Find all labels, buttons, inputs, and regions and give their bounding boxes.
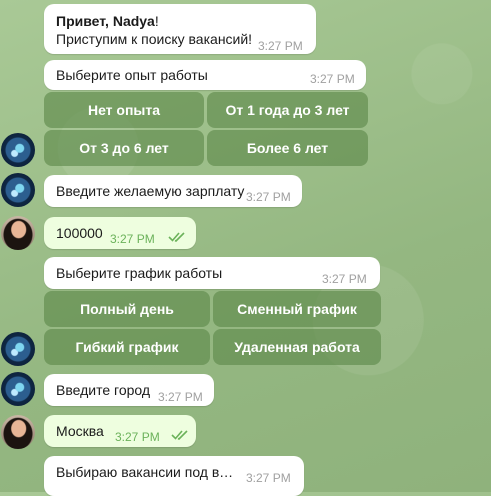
greeting-exclamation: ! <box>154 13 159 29</box>
experience-1-3-button[interactable]: От 1 года до 3 лет <box>207 92 368 128</box>
vacancies-message: Выбираю вакансии под вас... 3:27 PM <box>44 456 304 496</box>
message-time: 3:27 PM <box>115 430 160 444</box>
shift-schedule-button[interactable]: Сменный график <box>213 291 381 327</box>
bot-avatar[interactable] <box>1 133 35 167</box>
salary-prompt-message: Введите желаемую зарплату 3:27 PM <box>44 175 302 207</box>
message-time: 3:27 PM <box>322 272 367 286</box>
flexible-schedule-button[interactable]: Гибкий график <box>44 329 210 365</box>
double-check-icon <box>168 232 185 242</box>
experience-prompt-message: Выберите опыт работы 3:27 PM <box>44 60 366 90</box>
message-time: 3:27 PM <box>110 232 155 246</box>
city-prompt-message: Введите город 3:27 PM <box>44 374 214 406</box>
city-reply-message: Москва 3:27 PM <box>44 415 196 447</box>
chat-history: Привет, Nadya! Приступим к поиску ваканс… <box>0 0 491 496</box>
double-check-icon <box>171 430 188 440</box>
message-text: Москва <box>56 423 104 439</box>
message-time: 3:27 PM <box>246 190 291 204</box>
message-text: Введите желаемую зарплату <box>56 183 245 199</box>
experience-3-6-button[interactable]: От 3 до 6 лет <box>44 130 204 166</box>
schedule-prompt-message: Выберите график работы 3:27 PM <box>44 257 380 289</box>
no-experience-button[interactable]: Нет опыта <box>44 92 204 128</box>
greeting-text: Приступим к поиску вакансий! <box>56 31 253 47</box>
user-avatar[interactable] <box>1 415 35 449</box>
bot-avatar[interactable] <box>1 332 35 366</box>
remote-work-button[interactable]: Удаленная работа <box>213 329 381 365</box>
full-day-button[interactable]: Полный день <box>44 291 210 327</box>
message-text: Выберите опыт работы <box>56 67 208 83</box>
message-time: 3:27 PM <box>258 39 303 53</box>
message-text: 100000 <box>56 225 103 241</box>
salary-reply-message: 100000 3:27 PM <box>44 217 196 249</box>
bot-avatar[interactable] <box>1 372 35 406</box>
message-text: Выберите график работы <box>56 265 223 281</box>
message-time: 3:27 PM <box>310 72 355 86</box>
message-time: 3:27 PM <box>246 471 291 485</box>
user-avatar[interactable] <box>1 216 35 250</box>
greeting-message: Привет, Nadya! Приступим к поиску ваканс… <box>44 4 316 54</box>
message-text: Выбираю вакансии под вас... <box>56 464 234 480</box>
message-text: Введите город <box>56 382 151 398</box>
message-time: 3:27 PM <box>158 390 203 404</box>
bot-avatar[interactable] <box>1 173 35 207</box>
experience-6-plus-button[interactable]: Более 6 лет <box>207 130 368 166</box>
greeting-name: Привет, Nadya <box>56 13 155 29</box>
